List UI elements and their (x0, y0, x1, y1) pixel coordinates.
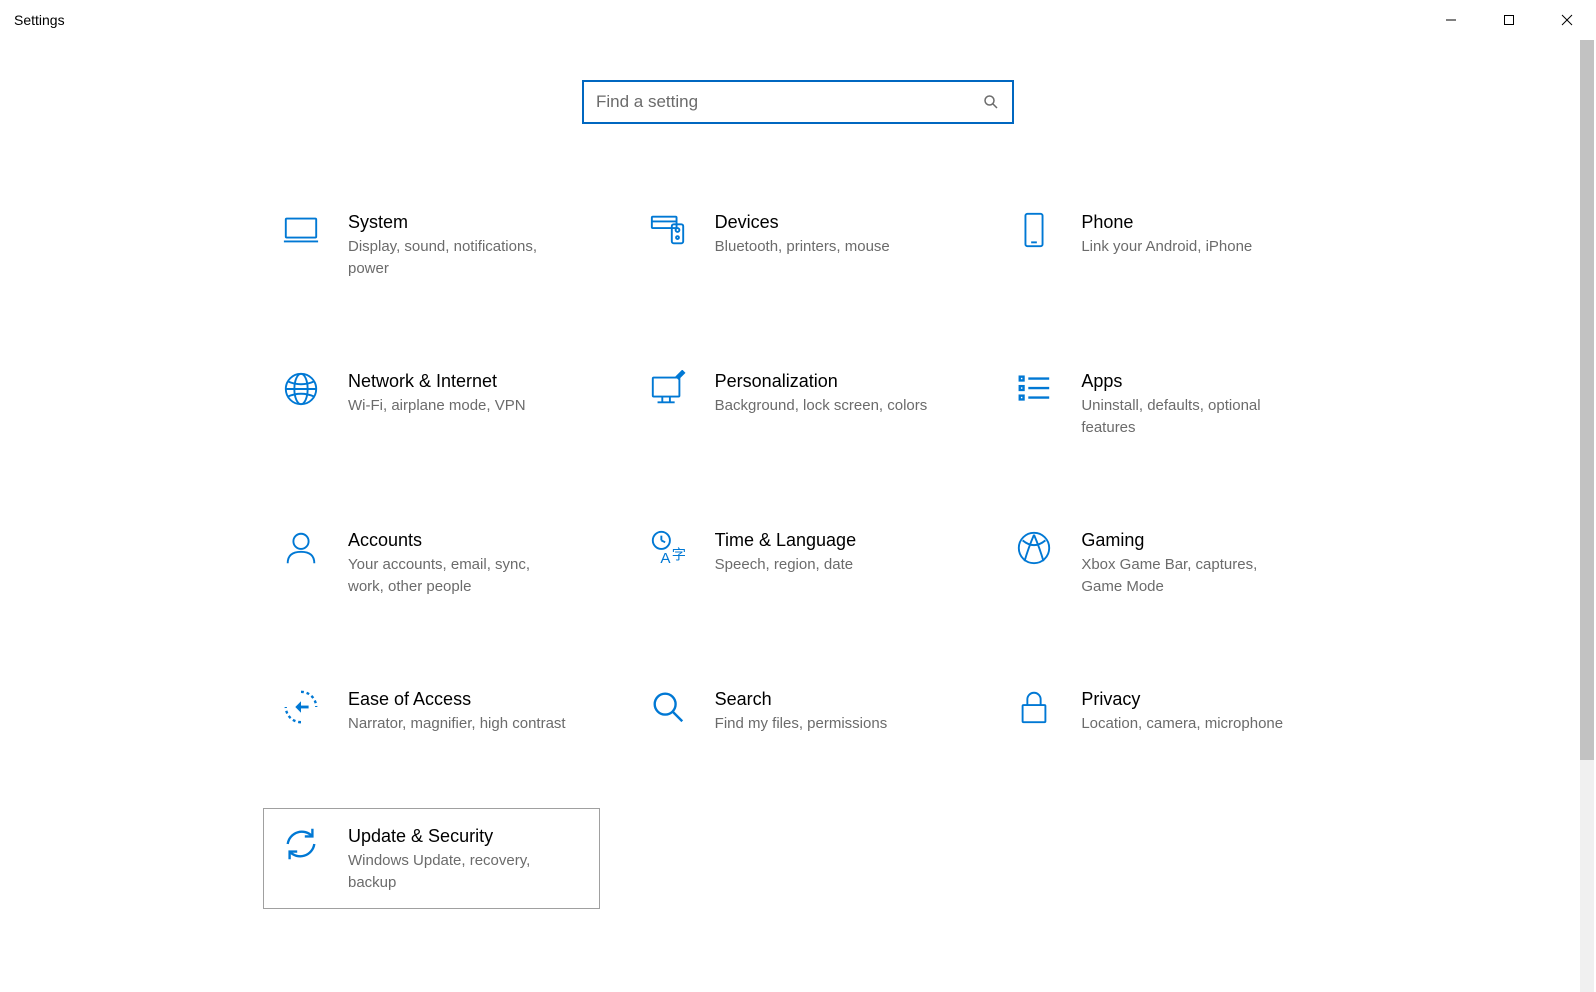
tile-title: Accounts (348, 529, 583, 552)
tile-gaming[interactable]: Gaming Xbox Game Bar, captures, Game Mod… (996, 512, 1333, 613)
tile-title: Network & Internet (348, 370, 583, 393)
tile-title: Phone (1081, 211, 1316, 234)
tile-desc: Find my files, permissions (715, 713, 935, 735)
accounts-icon (280, 527, 322, 569)
tile-title: Personalization (715, 370, 950, 393)
gaming-icon (1013, 527, 1055, 569)
tile-desc: Wi-Fi, airplane mode, VPN (348, 395, 568, 417)
tile-desc: Xbox Game Bar, captures, Game Mode (1081, 554, 1301, 598)
search-input[interactable] (596, 92, 982, 112)
tile-title: Gaming (1081, 529, 1316, 552)
scrollbar-thumb[interactable] (1580, 40, 1594, 760)
tile-desc: Your accounts, email, sync, work, other … (348, 554, 568, 598)
minimize-button[interactable] (1422, 0, 1480, 40)
ease-icon (280, 686, 322, 728)
tile-system[interactable]: System Display, sound, notifications, po… (263, 194, 600, 295)
svg-text:A: A (660, 550, 671, 567)
globe-icon (280, 368, 322, 410)
tile-apps[interactable]: Apps Uninstall, defaults, optional featu… (996, 353, 1333, 454)
search-icon (982, 93, 1000, 111)
tile-devices[interactable]: Devices Bluetooth, printers, mouse (630, 194, 967, 295)
maximize-button[interactable] (1480, 0, 1538, 40)
tile-title: Devices (715, 211, 950, 234)
settings-grid: System Display, sound, notifications, po… (263, 194, 1333, 909)
search-wrap (0, 80, 1596, 124)
tile-personalization[interactable]: Personalization Background, lock screen,… (630, 353, 967, 454)
maximize-icon (1503, 14, 1515, 26)
system-icon (280, 209, 322, 251)
svg-text:字: 字 (671, 546, 685, 563)
tile-title: Update & Security (348, 825, 583, 848)
tile-title: Privacy (1081, 688, 1316, 711)
tile-title: Search (715, 688, 950, 711)
tile-desc: Windows Update, recovery, backup (348, 850, 568, 894)
tile-desc: Narrator, magnifier, high contrast (348, 713, 568, 735)
devices-icon (647, 209, 689, 251)
privacy-icon (1013, 686, 1055, 728)
window-controls (1422, 0, 1596, 40)
tile-search[interactable]: Search Find my files, permissions (630, 671, 967, 750)
titlebar: Settings (0, 0, 1596, 40)
apps-icon (1013, 368, 1055, 410)
tile-desc: Speech, region, date (715, 554, 935, 576)
scrollbar[interactable] (1580, 40, 1594, 992)
tile-desc: Uninstall, defaults, optional features (1081, 395, 1301, 439)
personalization-icon (647, 368, 689, 410)
search-box[interactable] (582, 80, 1014, 124)
tile-update[interactable]: Update & Security Windows Update, recove… (263, 808, 600, 909)
tile-title: System (348, 211, 583, 234)
window-title: Settings (14, 12, 65, 28)
tile-ease[interactable]: Ease of Access Narrator, magnifier, high… (263, 671, 600, 750)
search-category-icon (647, 686, 689, 728)
tile-title: Time & Language (715, 529, 950, 552)
close-icon (1561, 14, 1573, 26)
tile-desc: Bluetooth, printers, mouse (715, 236, 935, 258)
tile-network[interactable]: Network & Internet Wi-Fi, airplane mode,… (263, 353, 600, 454)
tile-time[interactable]: A字 Time & Language Speech, region, date (630, 512, 967, 613)
tile-title: Apps (1081, 370, 1316, 393)
phone-icon (1013, 209, 1055, 251)
close-button[interactable] (1538, 0, 1596, 40)
minimize-icon (1445, 14, 1457, 26)
time-language-icon: A字 (647, 527, 689, 569)
tile-desc: Location, camera, microphone (1081, 713, 1301, 735)
tile-desc: Display, sound, notifications, power (348, 236, 568, 280)
tile-accounts[interactable]: Accounts Your accounts, email, sync, wor… (263, 512, 600, 613)
tile-phone[interactable]: Phone Link your Android, iPhone (996, 194, 1333, 295)
update-icon (280, 823, 322, 865)
tile-desc: Background, lock screen, colors (715, 395, 935, 417)
tile-desc: Link your Android, iPhone (1081, 236, 1301, 258)
tile-title: Ease of Access (348, 688, 583, 711)
tile-privacy[interactable]: Privacy Location, camera, microphone (996, 671, 1333, 750)
